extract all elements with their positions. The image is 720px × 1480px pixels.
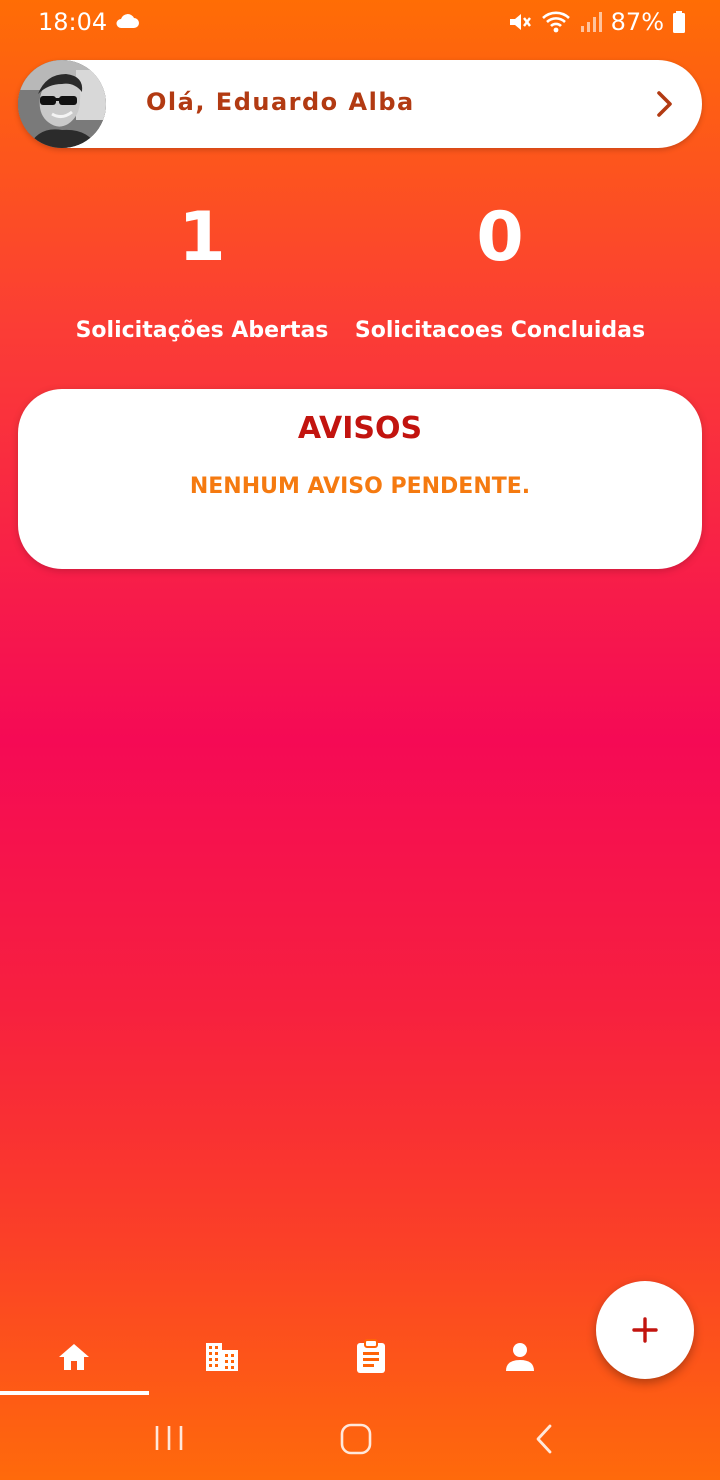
nav-item-home[interactable] bbox=[0, 1318, 148, 1396]
active-tab-indicator bbox=[0, 1391, 149, 1395]
notices-card: AVISOS NENHUM AVISO PENDENTE. bbox=[18, 389, 702, 569]
status-bar: 18:04 87% bbox=[0, 0, 720, 44]
nav-item-building[interactable] bbox=[148, 1318, 296, 1396]
wifi-icon bbox=[541, 11, 570, 33]
plus-icon bbox=[632, 1317, 658, 1343]
signal-icon bbox=[580, 12, 602, 32]
notices-empty-message: NENHUM AVISO PENDENTE. bbox=[189, 474, 531, 499]
notices-title: AVISOS bbox=[297, 411, 423, 446]
status-icons: 87% bbox=[507, 8, 686, 36]
stat-count: 1 bbox=[178, 198, 226, 277]
recents-icon[interactable] bbox=[154, 1422, 184, 1454]
chevron-right-icon[interactable] bbox=[656, 90, 674, 118]
stat-label: Solicitações Abertas bbox=[75, 318, 329, 343]
stat-count: 0 bbox=[476, 198, 524, 277]
stat-completed-requests: 0 Solicitacoes Concluidas bbox=[350, 198, 650, 344]
system-nav-bar bbox=[0, 1400, 720, 1480]
avatar[interactable] bbox=[18, 60, 106, 148]
stat-label: Solicitacoes Concluidas bbox=[354, 318, 646, 343]
stat-open-requests: 1 Solicitações Abertas bbox=[52, 198, 352, 344]
avatar-photo bbox=[18, 60, 106, 148]
home-icon bbox=[59, 1344, 89, 1370]
battery-icon bbox=[673, 11, 685, 33]
nav-item-requests[interactable] bbox=[297, 1318, 445, 1396]
add-request-button[interactable] bbox=[596, 1281, 694, 1379]
back-icon[interactable] bbox=[532, 1422, 556, 1456]
user-header-card[interactable]: Olá, Eduardo Alba bbox=[18, 60, 702, 148]
battery-percentage: 87% bbox=[610, 8, 664, 36]
nav-item-profile[interactable] bbox=[446, 1318, 594, 1396]
home-circle-icon[interactable] bbox=[340, 1422, 372, 1456]
cloud-icon bbox=[116, 14, 139, 28]
greeting-text: Olá, Eduardo Alba bbox=[146, 88, 415, 116]
person-icon bbox=[506, 1343, 534, 1371]
clipboard-icon bbox=[357, 1339, 385, 1373]
building-icon bbox=[206, 1343, 238, 1371]
mute-icon bbox=[509, 14, 531, 30]
status-time: 18:04 bbox=[38, 8, 108, 36]
